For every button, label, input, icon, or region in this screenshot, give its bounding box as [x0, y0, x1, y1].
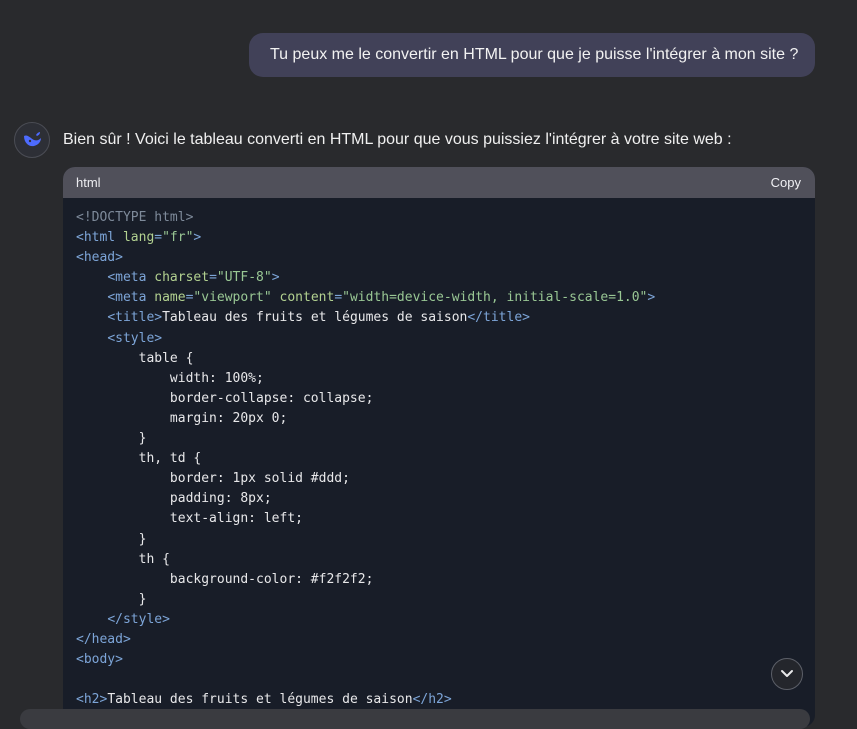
code-line: margin: 20px 0;	[76, 409, 815, 429]
assistant-avatar	[14, 122, 50, 158]
code-token: charset	[154, 270, 210, 286]
user-message-bubble: Tu peux me le convertir en HTML pour que…	[249, 33, 815, 77]
code-token: name	[154, 290, 186, 306]
code-block: html Copy <!DOCTYPE html> <html lang="fr"…	[63, 167, 815, 727]
code-token: "width=device-width, initial-scale=1.0"	[342, 290, 648, 306]
code-token: <h2>	[76, 692, 108, 708]
code-line: }	[76, 530, 815, 550]
code-line: th, td {	[76, 449, 815, 469]
code-token: "fr"	[162, 230, 194, 246]
code-line: <h2>Tableau des fruits et légumes de sai…	[76, 690, 815, 710]
code-token: "viewport"	[193, 290, 280, 306]
chevron-down-icon	[781, 670, 793, 677]
code-token: <meta	[107, 290, 155, 306]
code-token: }	[76, 531, 147, 547]
code-token: border-collapse: collapse;	[76, 390, 374, 406]
code-token: <title>	[107, 310, 163, 326]
code-line: <style>	[76, 329, 815, 349]
code-token: th, td {	[76, 451, 202, 467]
code-token: }	[76, 591, 147, 607]
code-line: text-align: left;	[76, 509, 815, 529]
code-token: lang	[122, 230, 155, 246]
code-token: <!DOCTYPE html>	[76, 210, 194, 225]
code-line: <html lang="fr">	[76, 228, 815, 248]
code-token: </style>	[107, 611, 170, 627]
code-line: table {	[76, 349, 815, 369]
code-language-label: html	[76, 175, 101, 190]
code-token: >	[193, 230, 202, 246]
code-line: <head>	[76, 248, 815, 268]
code-line: border: 1px solid #ddd;	[76, 469, 815, 489]
code-token: <meta	[107, 270, 155, 286]
code-line: </style>	[76, 610, 815, 630]
code-line: }	[76, 590, 815, 610]
code-token: background-color: #f2f2f2;	[76, 571, 374, 587]
code-line: <body>	[76, 650, 815, 670]
code-token: th {	[76, 551, 170, 567]
code-token: table {	[76, 350, 194, 366]
code-token: <head>	[76, 250, 123, 266]
code-token: border: 1px solid #ddd;	[76, 471, 350, 487]
code-token: content	[279, 290, 335, 306]
code-token: text-align: left;	[76, 511, 303, 527]
code-token: width: 100%;	[76, 370, 264, 386]
code-token: >	[647, 290, 656, 306]
code-line: <meta charset="UTF-8">	[76, 268, 815, 288]
code-line: width: 100%;	[76, 369, 815, 389]
copy-button[interactable]: Copy	[771, 175, 801, 190]
code-line: padding: 8px;	[76, 489, 815, 509]
code-token: <body>	[76, 652, 123, 668]
code-line: <!DOCTYPE html>	[76, 208, 815, 228]
code-line: th {	[76, 550, 815, 570]
code-line: border-collapse: collapse;	[76, 389, 815, 409]
code-line: }	[76, 429, 815, 449]
code-line: </head>	[76, 630, 815, 650]
code-block-header: html Copy	[63, 167, 815, 198]
code-line: <title>Tableau des fruits et légumes de …	[76, 308, 815, 328]
code-line: background-color: #f2f2f2;	[76, 570, 815, 590]
message-composer[interactable]	[20, 709, 810, 729]
code-content: <!DOCTYPE html> <html lang="fr"> <head> <m…	[63, 198, 815, 710]
whale-logo-icon	[24, 132, 41, 147]
code-token: </head>	[76, 631, 131, 647]
code-token: Tableau des fruits et légumes de saison	[162, 310, 468, 326]
code-token: }	[76, 431, 147, 447]
code-token: </title>	[467, 310, 530, 326]
code-token: >	[271, 270, 280, 286]
code-token: =	[209, 270, 217, 286]
user-message-text: Tu peux me le convertir en HTML pour que…	[270, 46, 799, 63]
code-token: <html	[76, 230, 123, 246]
code-line: <meta name="viewport" content="width=dev…	[76, 288, 815, 308]
code-token: "UTF-8"	[216, 270, 272, 286]
assistant-intro-text: Bien sûr ! Voici le tableau converti en …	[63, 131, 732, 148]
code-token: margin: 20px 0;	[76, 410, 288, 426]
code-token: </h2>	[412, 692, 452, 708]
code-token: Tableau des fruits et légumes de saison	[107, 692, 413, 708]
code-token: <style>	[107, 330, 163, 346]
code-token: =	[334, 290, 343, 306]
code-token: =	[154, 230, 163, 246]
scroll-to-bottom-button[interactable]	[771, 658, 803, 690]
code-token: padding: 8px;	[76, 491, 272, 507]
